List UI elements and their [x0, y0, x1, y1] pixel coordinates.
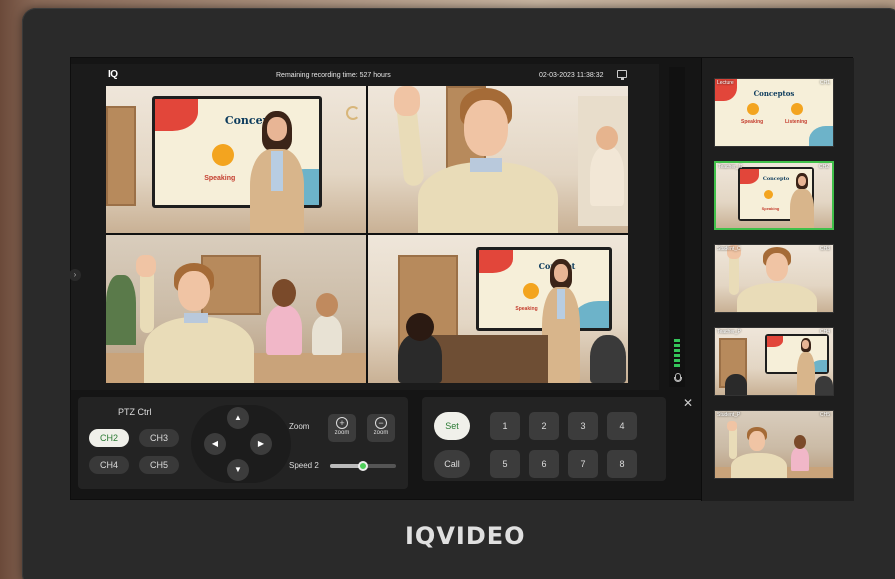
preset-button-6[interactable]: 6 [529, 450, 559, 478]
board-title: Concepto [762, 176, 790, 182]
monitor-icon[interactable] [617, 70, 627, 80]
thumbnail-name: Teacher_C [718, 164, 743, 170]
speed-slider-handle[interactable] [358, 461, 368, 471]
main-video-panel: IQ Remaining recording time: 527 hours 0… [69, 64, 659, 390]
channel-thumbnail-list: Conceptos Speaking Listening Lecture CH1… [701, 58, 854, 501]
zoom-out-button[interactable]: − zoom [367, 414, 395, 442]
board-label: Speaking [515, 306, 538, 313]
collapse-arrow-icon[interactable]: › [69, 269, 81, 281]
channel-button-ch4[interactable]: CH4 [89, 456, 129, 474]
video-tile-4[interactable]: Concept Speaking [368, 235, 628, 383]
speed-label: Speed 2 [289, 461, 319, 470]
thumbnail-ch4[interactable]: Teacher_P CH4 [714, 327, 834, 396]
board-title: Conceptos [753, 89, 795, 98]
preset-button-5[interactable]: 5 [490, 450, 520, 478]
screen: IQ Remaining recording time: 527 hours 0… [69, 57, 854, 501]
preset-button-4[interactable]: 4 [607, 412, 637, 440]
video-grid: Concept Speaking Speaking [106, 86, 628, 383]
preset-button-1[interactable]: 1 [490, 412, 520, 440]
zoom-in-button[interactable]: + zoom [328, 414, 356, 442]
board-label: Listening [785, 119, 808, 125]
meter-segment [674, 344, 680, 347]
thumbnail-channel: CH4 [819, 329, 830, 335]
preset-button-2[interactable]: 2 [529, 412, 559, 440]
thumbnail-channel: CH3 [819, 246, 830, 252]
control-panel: PTZ Ctrl CH2 CH3 CH4 CH5 ▲ ▼ ◀ ▶ Zoom + … [78, 397, 693, 489]
thumbnail-ch5[interactable]: Student_P CH5 [714, 410, 834, 479]
video-tile-1[interactable]: Concept Speaking [106, 86, 366, 233]
brand-logo: IQVIDEO [405, 522, 526, 550]
top-bar: IQ Remaining recording time: 527 hours 0… [71, 64, 659, 86]
mic-icon[interactable] [673, 373, 682, 383]
thumbnail-channel: CH1 [819, 80, 830, 86]
thumbnail-name: Student_P [717, 412, 741, 418]
thumbnail-ch1[interactable]: Conceptos Speaking Listening Lecture CH1 [714, 78, 834, 147]
board-label: Speaking [761, 206, 780, 211]
meter-segment [674, 364, 680, 367]
thumbnail-channel: CH5 [819, 412, 830, 418]
zoom-label: Zoom [289, 422, 310, 431]
recording-time: Remaining recording time: 527 hours [276, 72, 391, 79]
zoom-in-icon: + [336, 417, 348, 429]
meter-segment [674, 339, 680, 342]
preset-button-3[interactable]: 3 [568, 412, 598, 440]
thumbnail-name: Lecture [717, 80, 734, 86]
arrow-left-icon[interactable]: ◀ [204, 433, 226, 455]
set-preset-button[interactable]: Set [434, 412, 470, 440]
arrow-up-icon[interactable]: ▲ [227, 407, 249, 429]
board-label: Speaking [741, 119, 764, 125]
thumbnail-name: Student_C [717, 246, 741, 252]
thumbnail-channel: CH2 [818, 164, 829, 170]
channel-button-ch2[interactable]: CH2 [89, 429, 129, 447]
speed-slider[interactable] [330, 461, 396, 471]
meter-segment [674, 359, 680, 362]
ptz-title: PTZ Ctrl [118, 407, 152, 417]
preset-control: Set Call 1 2 3 4 5 6 7 8 [422, 397, 666, 481]
close-icon[interactable]: ✕ [682, 397, 694, 409]
board-label: Speaking [204, 175, 236, 183]
meter-segment [674, 349, 680, 352]
audio-level-meter [669, 67, 685, 387]
call-preset-button[interactable]: Call [434, 450, 470, 478]
date-time: 02-03-2023 11:38:32 [539, 72, 604, 79]
thumbnail-name: Teacher_P [717, 329, 741, 335]
thumbnail-ch2[interactable]: Concepto Speaking Teacher_C CH2 [714, 161, 834, 230]
arrow-right-icon[interactable]: ▶ [250, 433, 272, 455]
zoom-out-icon: − [375, 417, 387, 429]
preset-button-8[interactable]: 8 [607, 450, 637, 478]
ptz-control: PTZ Ctrl CH2 CH3 CH4 CH5 ▲ ▼ ◀ ▶ Zoom + … [78, 397, 408, 489]
app-logo: IQ [108, 69, 118, 80]
arrow-down-icon[interactable]: ▼ [227, 459, 249, 481]
pan-tilt-pad: ▲ ▼ ◀ ▶ [191, 405, 291, 483]
thumbnail-ch3[interactable]: Student_C CH3 [714, 244, 834, 313]
channel-button-ch5[interactable]: CH5 [139, 456, 179, 474]
video-tile-3[interactable] [106, 235, 366, 383]
channel-button-ch3[interactable]: CH3 [139, 429, 179, 447]
preset-button-7[interactable]: 7 [568, 450, 598, 478]
video-tile-2[interactable] [368, 86, 628, 233]
speed-value: 2 [314, 461, 319, 470]
meter-segment [674, 354, 680, 357]
